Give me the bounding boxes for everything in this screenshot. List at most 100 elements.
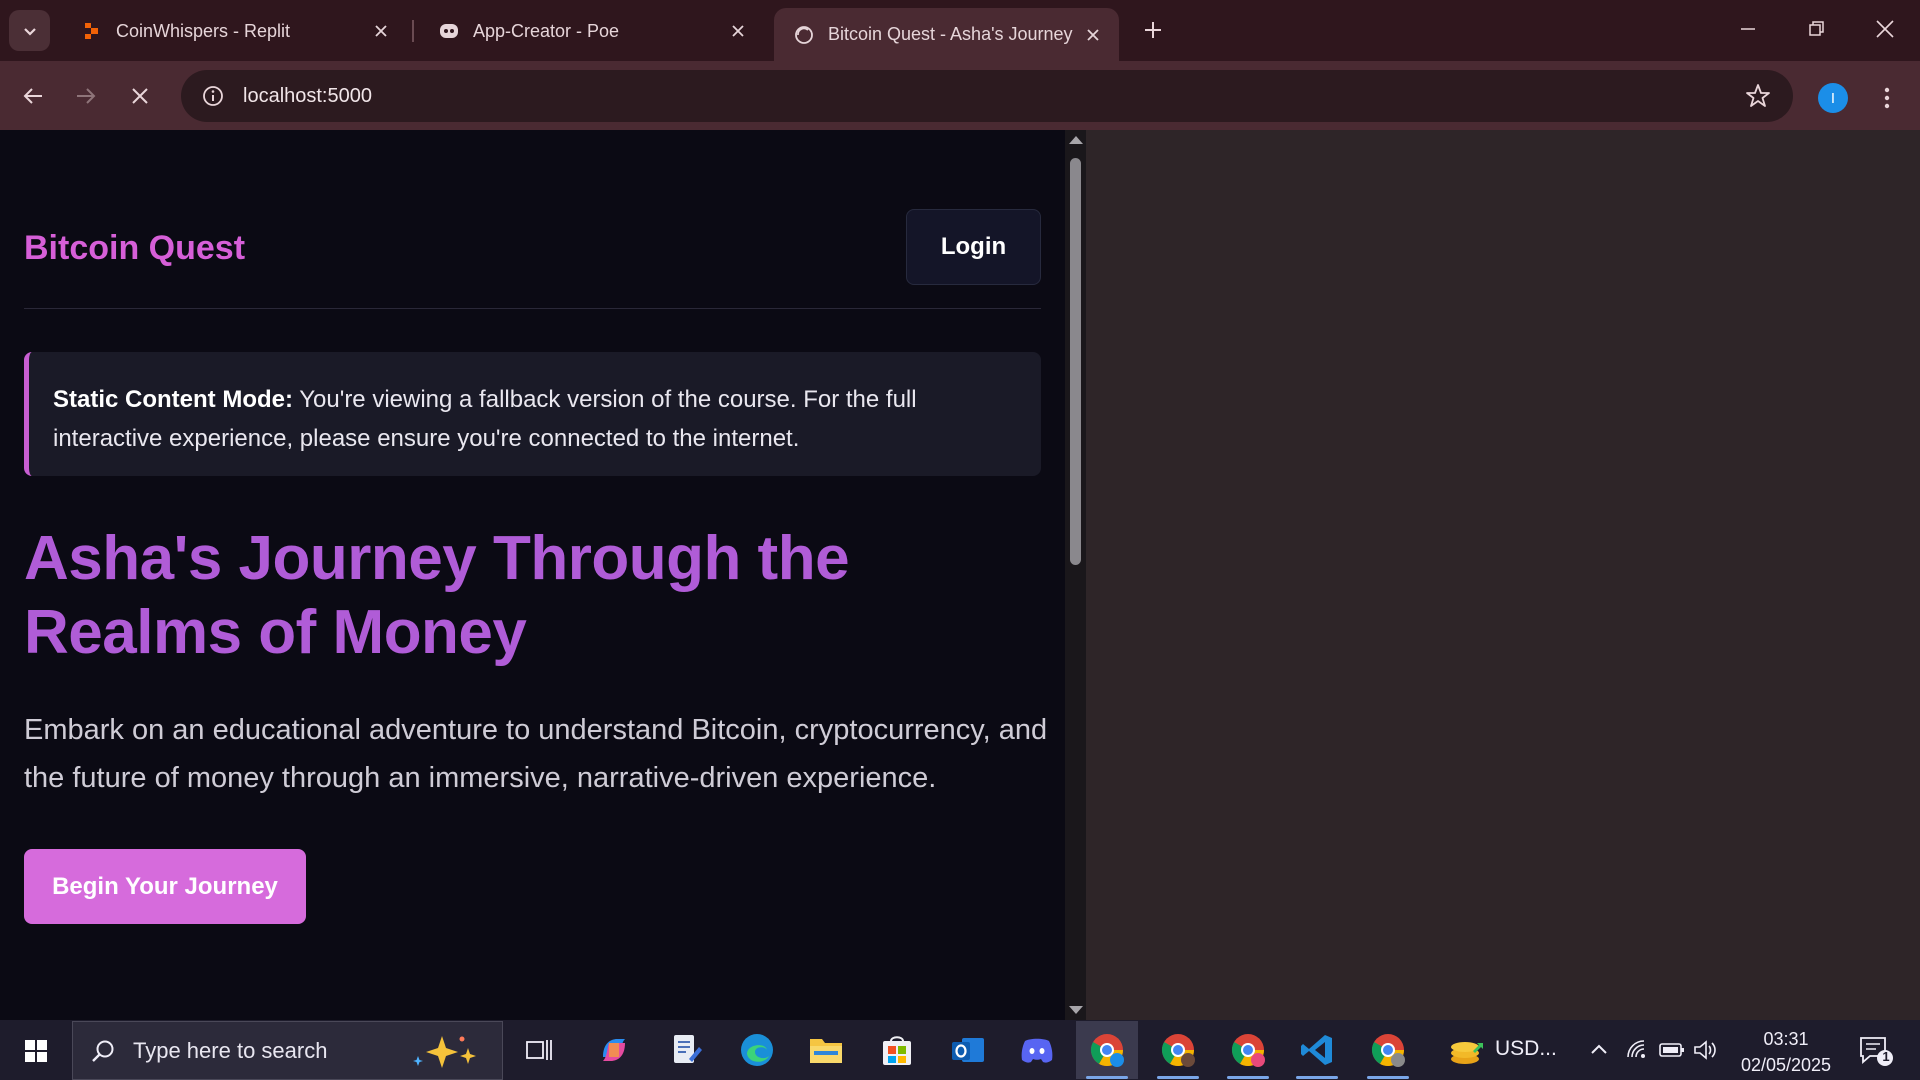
notification-count: 1 xyxy=(1882,1049,1890,1064)
network-status[interactable] xyxy=(1624,1036,1652,1064)
open-indicator xyxy=(1296,1076,1338,1079)
chrome-icon xyxy=(1371,1034,1405,1067)
taskbar-chrome-active[interactable] xyxy=(1076,1021,1138,1079)
taskbar-chrome-profile-2[interactable] xyxy=(1147,1021,1209,1079)
star-icon[interactable] xyxy=(1745,83,1771,109)
currency-widget[interactable] xyxy=(1435,1021,1497,1079)
task-view-button[interactable] xyxy=(508,1021,570,1079)
sparkle-icon xyxy=(413,1036,476,1068)
replit-icon xyxy=(82,21,102,41)
chevron-down-icon xyxy=(23,27,36,36)
plus-icon xyxy=(1145,22,1161,38)
taskbar-edge[interactable] xyxy=(726,1021,788,1079)
tab-title: Bitcoin Quest - Asha's Journey xyxy=(828,24,1073,44)
currency-label[interactable]: USD... xyxy=(1495,1037,1557,1061)
scroll-down-arrow[interactable] xyxy=(1069,1006,1083,1014)
stop-loading-button[interactable] xyxy=(121,77,159,115)
restore-icon xyxy=(1809,21,1824,36)
close-icon[interactable] xyxy=(369,19,393,43)
begin-journey-button[interactable]: Begin Your Journey xyxy=(24,849,306,924)
taskbar-outlook[interactable] xyxy=(937,1021,999,1079)
taskbar-file-app[interactable] xyxy=(656,1021,718,1079)
tab-app-creator[interactable]: App-Creator - Poe xyxy=(419,9,764,53)
forward-button[interactable] xyxy=(67,77,105,115)
open-indicator xyxy=(1367,1076,1409,1079)
document-pen-icon xyxy=(674,1035,702,1063)
minimize-icon xyxy=(1741,28,1755,30)
chrome-icon xyxy=(1090,1034,1124,1067)
folder-icon xyxy=(810,1039,842,1063)
minimize-button[interactable] xyxy=(1713,0,1783,58)
site-info-icon[interactable] xyxy=(187,70,239,122)
static-mode-notice: Static Content Mode: You're viewing a fa… xyxy=(24,352,1041,476)
restore-button[interactable] xyxy=(1782,0,1852,58)
volume-control[interactable] xyxy=(1692,1036,1720,1064)
tab-title: CoinWhispers - Replit xyxy=(116,20,291,41)
new-tab-button[interactable] xyxy=(1137,14,1169,46)
arrow-left-icon xyxy=(23,88,42,104)
scroll-up-arrow[interactable] xyxy=(1069,136,1083,144)
back-button[interactable] xyxy=(14,77,52,115)
windows-logo-icon xyxy=(25,1040,47,1062)
arrow-right-icon xyxy=(77,88,96,104)
poe-icon xyxy=(439,21,459,41)
empty-window-area xyxy=(1086,130,1920,1020)
close-icon xyxy=(1876,20,1894,38)
tab-title: App-Creator - Poe xyxy=(473,20,620,41)
edge-icon xyxy=(741,1034,773,1066)
loading-globe-icon xyxy=(794,25,814,45)
page-scrollbar[interactable] xyxy=(1065,130,1086,1020)
close-icon xyxy=(132,88,148,104)
close-icon[interactable] xyxy=(726,19,750,43)
taskbar-search-box[interactable]: Type here to search xyxy=(72,1021,503,1080)
windows-taskbar: Type here to search USD... 03:31 02/05/2… xyxy=(0,1020,1920,1080)
task-view-icon xyxy=(526,1040,552,1060)
browser-toolbar: localhost:5000 I xyxy=(0,61,1920,130)
clock-time: 03:31 xyxy=(1763,1029,1809,1049)
close-icon[interactable] xyxy=(1081,23,1105,47)
tab-search-button[interactable] xyxy=(9,10,50,51)
taskbar-file-explorer[interactable] xyxy=(795,1021,857,1079)
notice-label: Static Content Mode: xyxy=(53,386,293,413)
system-clock[interactable]: 03:31 02/05/2025 xyxy=(1726,1026,1846,1078)
more-vertical-icon xyxy=(1884,87,1890,109)
url-text[interactable]: localhost:5000 xyxy=(243,85,372,108)
address-bar[interactable]: localhost:5000 xyxy=(181,70,1793,122)
taskbar-microsoft-store[interactable] xyxy=(866,1021,928,1079)
search-icon xyxy=(92,1040,114,1062)
taskbar-copilot[interactable] xyxy=(583,1021,645,1079)
tab-bitcoin-quest[interactable]: Bitcoin Quest - Asha's Journey xyxy=(774,8,1119,61)
taskbar-chrome-profile-n[interactable] xyxy=(1217,1021,1279,1079)
site-logo[interactable]: Bitcoin Quest xyxy=(24,229,245,268)
browser-menu-button[interactable] xyxy=(1870,79,1904,117)
browser-tab-strip: CoinWhispers - Replit App-Creator - Poe … xyxy=(0,0,1920,61)
profile-avatar[interactable]: I xyxy=(1818,83,1848,113)
speaker-icon xyxy=(1694,1040,1716,1060)
chevron-up-icon xyxy=(1591,1044,1607,1054)
copilot-icon xyxy=(603,1039,625,1061)
store-icon xyxy=(883,1036,911,1065)
taskbar-vscode[interactable] xyxy=(1286,1021,1348,1079)
open-indicator xyxy=(1157,1076,1199,1079)
open-indicator xyxy=(1227,1076,1269,1079)
close-window-button[interactable] xyxy=(1850,0,1920,58)
show-hidden-icons[interactable] xyxy=(1585,1036,1613,1064)
battery-icon xyxy=(1659,1043,1684,1057)
screen: CoinWhispers - Replit App-Creator - Poe … xyxy=(0,0,1920,1080)
scrollbar-thumb[interactable] xyxy=(1070,158,1081,565)
start-button[interactable] xyxy=(14,1034,58,1068)
tab-coinwhispers[interactable]: CoinWhispers - Replit xyxy=(62,9,407,53)
chrome-icon xyxy=(1231,1034,1265,1067)
notification-center[interactable]: 1 xyxy=(1858,1034,1894,1068)
hero-description: Embark on an educational adventure to un… xyxy=(24,714,1048,794)
taskbar-discord[interactable] xyxy=(1006,1021,1068,1079)
battery-status[interactable] xyxy=(1658,1036,1686,1064)
wifi-icon xyxy=(1627,1040,1645,1058)
site-header: Bitcoin Quest Login xyxy=(24,179,1041,309)
login-button[interactable]: Login xyxy=(906,209,1041,285)
vscode-icon xyxy=(1301,1035,1332,1065)
active-indicator xyxy=(1086,1076,1128,1079)
discord-icon xyxy=(1021,1038,1053,1063)
hero-title: Asha's Journey Through the Realms of Mon… xyxy=(24,524,850,667)
taskbar-chrome-profile-v[interactable] xyxy=(1357,1021,1419,1079)
